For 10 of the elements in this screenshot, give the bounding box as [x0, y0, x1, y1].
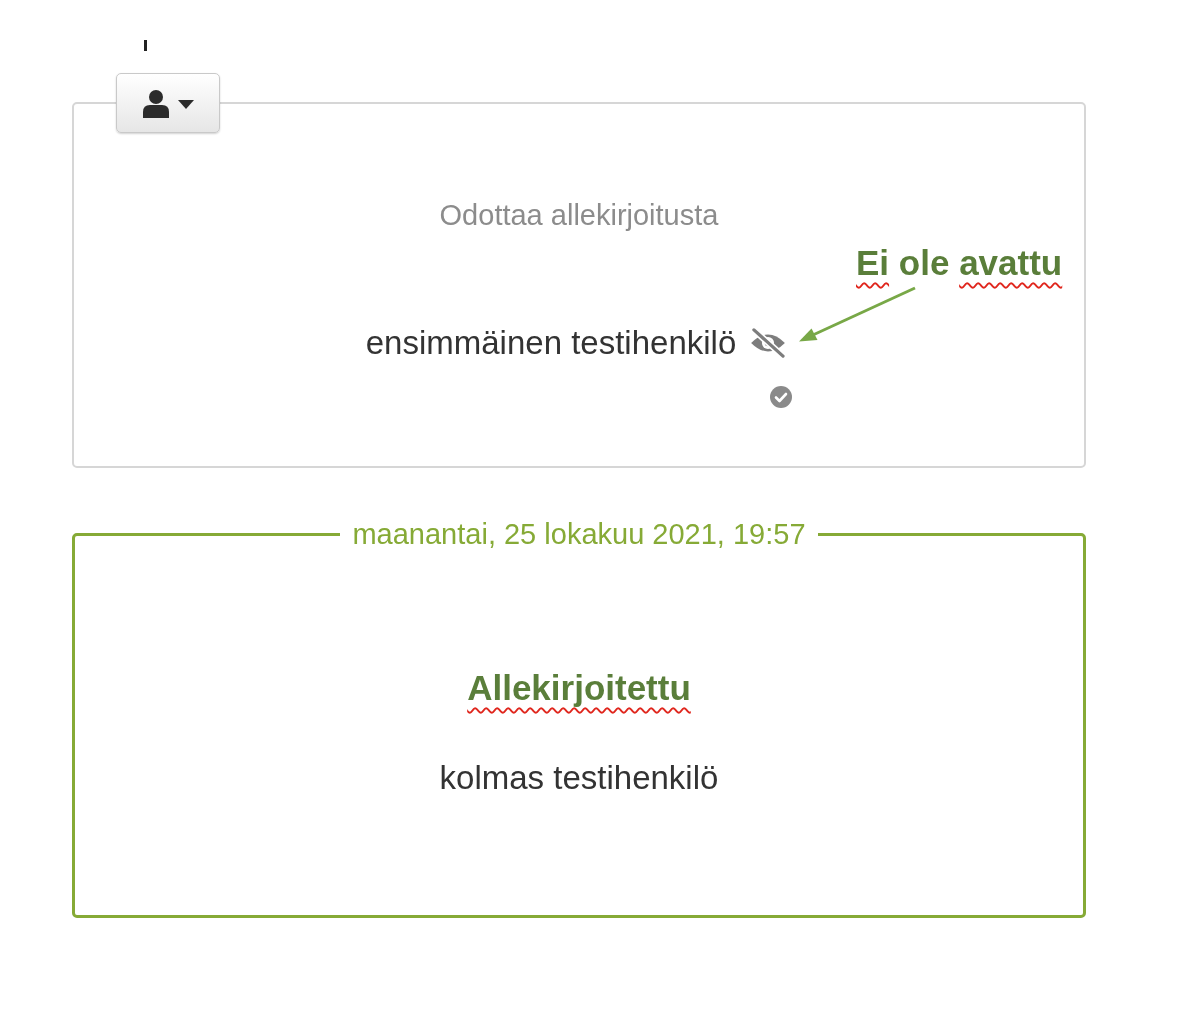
user-icon: [142, 90, 169, 118]
text-cursor: [144, 40, 147, 51]
caret-icon: [177, 99, 194, 109]
signer-name: kolmas testihenkilö: [439, 758, 719, 798]
date-label: maanantai, 25 lokakuu 2021, 19:57: [352, 517, 806, 552]
signer-name: ensimmäinen testihenkilö: [365, 323, 737, 363]
callout-label: Ei ole avattu: [856, 242, 1063, 284]
user-menu-button[interactable]: [116, 73, 220, 133]
status-label: Allekirjoitettu: [467, 667, 691, 709]
status-label: Odottaa allekirjoitusta: [439, 198, 719, 233]
